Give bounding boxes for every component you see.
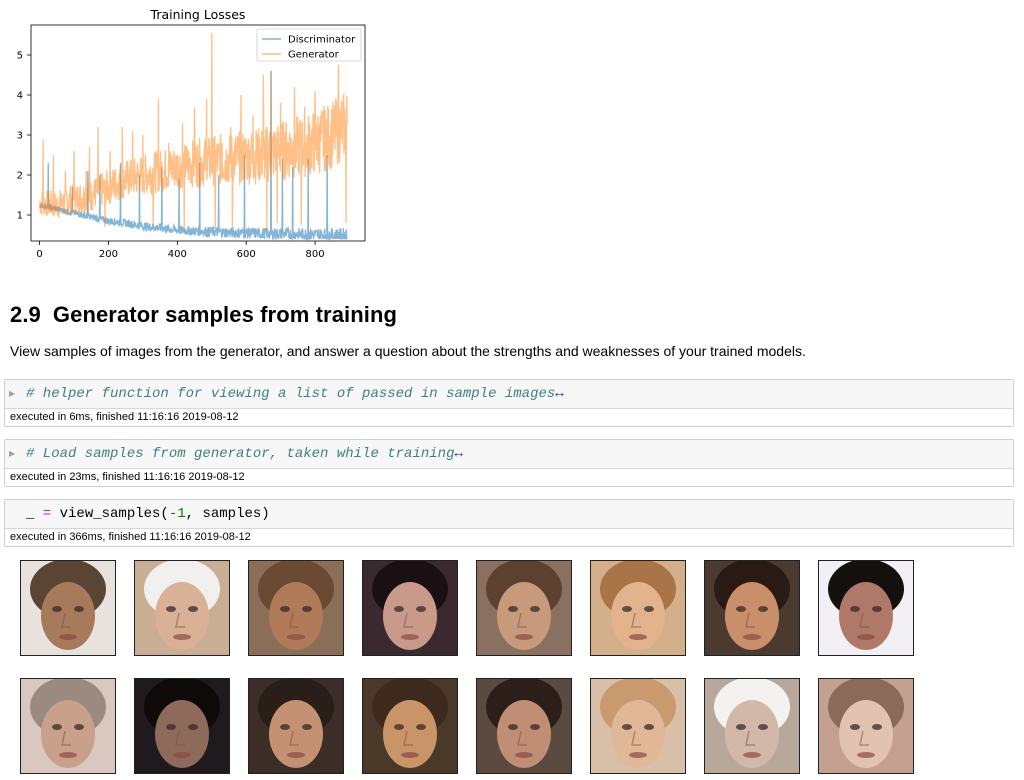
code-token: view_samples( xyxy=(51,506,169,522)
sample-image xyxy=(134,559,230,656)
y-tick-label: 4 xyxy=(17,91,23,102)
face-image xyxy=(135,559,229,655)
face-image xyxy=(249,677,343,773)
expand-arrow-icon[interactable]: ▶ xyxy=(9,449,15,458)
code-cell-view-samples[interactable]: _ = view_samples(-1, samples) executed i… xyxy=(4,499,1014,547)
face-image xyxy=(705,677,799,773)
chart-svg: Training Losses 0 200 400 600 800 1 2 3 4 5 Discrim… xyxy=(17,7,366,260)
face-image xyxy=(363,559,457,655)
cell-input[interactable]: ▶ # helper function for viewing a list o… xyxy=(5,380,1013,409)
sample-image xyxy=(134,677,230,774)
y-tick-label: 2 xyxy=(17,171,23,182)
sample-image xyxy=(248,559,344,656)
face-image xyxy=(591,677,685,773)
execution-info: executed in 6ms, finished 11:16:16 2019-… xyxy=(5,409,1013,426)
face-image xyxy=(705,559,799,655)
face-image xyxy=(21,559,115,655)
sample-image xyxy=(818,677,914,774)
sample-image xyxy=(362,677,458,774)
code-comment: # helper function for viewing a list of … xyxy=(26,386,564,402)
face-image xyxy=(591,559,685,655)
x-tick-label: 0 xyxy=(36,249,42,260)
series-line-generator xyxy=(38,32,348,232)
sample-image xyxy=(20,677,116,774)
sample-image xyxy=(590,559,686,656)
sample-image xyxy=(590,677,686,774)
sample-image xyxy=(476,559,572,656)
code-token: , samples) xyxy=(185,506,270,522)
section-number: 2.9 xyxy=(10,302,41,327)
sample-image xyxy=(704,677,800,774)
code-comment: # Load samples from generator, taken whi… xyxy=(26,446,463,462)
expand-arrow-icon[interactable]: ▶ xyxy=(9,389,15,398)
face-image xyxy=(363,677,457,773)
sample-image xyxy=(704,559,800,656)
face-image xyxy=(819,559,913,655)
face-image xyxy=(477,559,571,655)
collapsed-ellipsis-icon[interactable]: ↔ xyxy=(454,446,462,462)
execution-info: executed in 23ms, finished 11:16:16 2019… xyxy=(5,469,1013,486)
collapsed-ellipsis-icon[interactable]: ↔ xyxy=(555,386,563,402)
section-title: Generator samples from training xyxy=(52,302,398,327)
code-token: _ xyxy=(26,506,43,522)
chart-title: Training Losses xyxy=(150,7,246,22)
code-cell-load-samples[interactable]: ▶ # Load samples from generator, taken w… xyxy=(4,439,1014,487)
sample-image xyxy=(476,677,572,774)
face-image xyxy=(135,677,229,773)
x-tick-label: 600 xyxy=(237,249,256,260)
face-image xyxy=(477,677,571,773)
sample-image xyxy=(248,677,344,774)
code-cell-helper[interactable]: ▶ # helper function for viewing a list o… xyxy=(4,379,1014,427)
x-tick-label: 200 xyxy=(99,249,118,260)
training-losses-chart: Training Losses 0 200 400 600 800 1 2 3 4 5 Discrim… xyxy=(0,0,380,268)
code-token: = xyxy=(42,506,52,522)
sample-image xyxy=(818,559,914,656)
section-description: View samples of images from the generato… xyxy=(10,343,806,359)
execution-info: executed in 366ms, finished 11:16:16 201… xyxy=(5,529,1013,546)
sample-image xyxy=(20,559,116,656)
code-text: # helper function for viewing a list of … xyxy=(26,386,556,402)
code-text: # Load samples from generator, taken whi… xyxy=(26,446,455,462)
code-token: -1 xyxy=(168,506,186,522)
face-image xyxy=(249,559,343,655)
legend-label: Generator xyxy=(288,50,340,61)
y-tick-label: 3 xyxy=(17,131,23,142)
cell-input[interactable]: _ = view_samples(-1, samples) xyxy=(5,500,1013,529)
legend-label: Discriminator xyxy=(288,35,356,46)
sample-image xyxy=(362,559,458,656)
face-image xyxy=(819,677,913,773)
y-tick-label: 5 xyxy=(17,51,23,62)
x-tick-label: 800 xyxy=(306,249,325,260)
code-line: _ = view_samples(-1, samples) xyxy=(26,506,270,522)
section-heading: 2.9 Generator samples from training xyxy=(10,302,397,328)
x-tick-label: 400 xyxy=(168,249,187,260)
face-image xyxy=(21,677,115,773)
y-tick-label: 1 xyxy=(17,211,23,222)
cell-input[interactable]: ▶ # Load samples from generator, taken w… xyxy=(5,440,1013,469)
